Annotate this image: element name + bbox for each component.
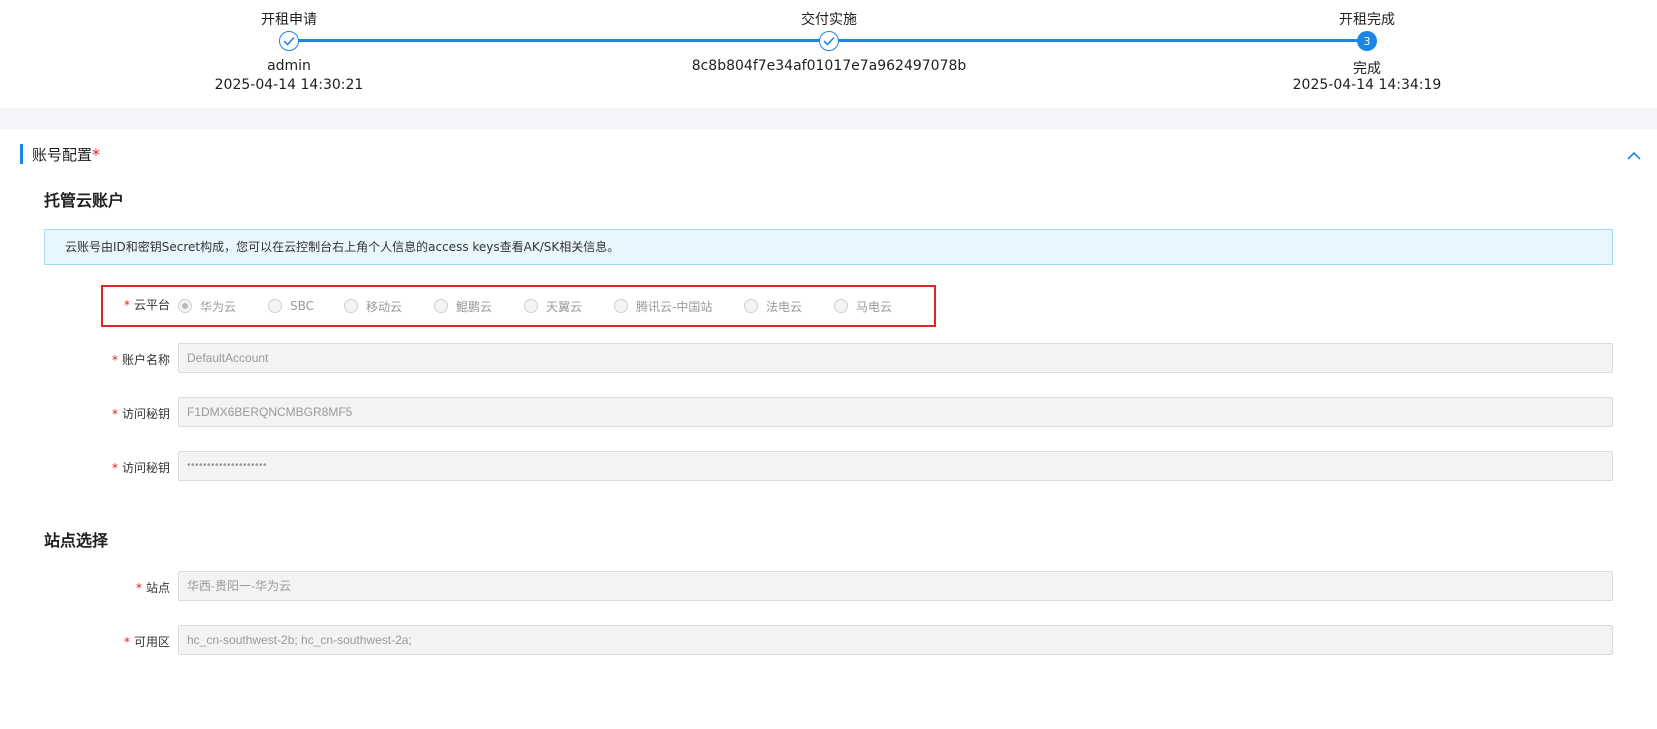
site-label: * 站点 (135, 581, 170, 595)
hosted-account-title: 托管云账户 (44, 191, 125, 210)
step-line-2 (829, 39, 1367, 42)
secret-key-label: * 访问秘钥 (111, 461, 170, 475)
info-alert: 云账号由ID和密钥Secret构成，您可以在云控制台右上角个人信息的access… (44, 229, 1613, 265)
step-3-time: 2025-04-14 14:34:19 (1292, 77, 1442, 93)
radio-fadian-cloud[interactable]: 法电云 (744, 298, 834, 315)
access-key-field[interactable]: F1DMX6BERQNCMBGR8MF5 (178, 397, 1613, 427)
radio-icon (744, 299, 758, 313)
account-name-field[interactable]: DefaultAccount (178, 343, 1613, 373)
section-title: 账号配置 (32, 145, 93, 164)
step-2-title: 交付实施 (801, 12, 857, 28)
required-mark: * (92, 144, 101, 164)
step-1-title: 开租申请 (261, 12, 317, 28)
step-1-check-icon (279, 31, 299, 51)
radio-tianyi-cloud[interactable]: 天翼云 (524, 298, 614, 315)
radio-tencent-cloud[interactable]: 腾讯云-中国站 (614, 298, 744, 315)
radio-mobile-cloud[interactable]: 移动云 (344, 298, 434, 315)
step-2-id: 8c8b804f7e34af01017e7a962497078b (691, 58, 967, 74)
cloud-platform-label: * 云平台 (123, 298, 170, 312)
access-key-label: * 访问秘钥 (111, 407, 170, 421)
chevron-up-icon[interactable] (1625, 148, 1643, 162)
zone-label: * 可用区 (123, 635, 170, 649)
section-accent-bar (20, 144, 23, 164)
radio-icon (834, 299, 848, 313)
radio-madian-cloud[interactable]: 马电云 (834, 298, 904, 315)
site-selection-title: 站点选择 (44, 531, 109, 550)
divider-band (0, 108, 1657, 129)
cloud-platform-radio-group: 华为云 SBC 移动云 鲲鹏云 天翼云 腾讯云-中国站 法电云 马电云 (178, 296, 904, 316)
radio-kunpeng-cloud[interactable]: 鲲鹏云 (434, 298, 524, 315)
info-text: 云账号由ID和密钥Secret构成，您可以在云控制台右上角个人信息的access… (65, 240, 620, 254)
radio-icon (344, 299, 358, 313)
radio-huawei[interactable]: 华为云 (178, 298, 268, 315)
account-name-label: * 账户名称 (111, 353, 170, 367)
secret-key-field[interactable]: •••••••••••••••••••• (178, 451, 1613, 481)
step-1-time: 2025-04-14 14:30:21 (214, 77, 364, 93)
step-3-number: 3 (1357, 31, 1377, 51)
radio-icon (614, 299, 628, 313)
step-1-user: admin (267, 58, 311, 74)
radio-sbc[interactable]: SBC (268, 299, 344, 313)
step-3-status: 完成 (1353, 61, 1381, 77)
site-field[interactable]: 华西-贵阳一-华为云 (178, 571, 1613, 601)
radio-icon (524, 299, 538, 313)
radio-icon (434, 299, 448, 313)
progress-steps: 开租申请 admin 2025-04-14 14:30:21 交付实施 8c8b… (0, 0, 1657, 108)
step-line-1 (289, 39, 829, 42)
radio-checked-icon (178, 299, 192, 313)
section-header[interactable]: 账号配置 * (20, 144, 100, 164)
radio-icon (268, 299, 282, 313)
step-2-check-icon (819, 31, 839, 51)
zone-field[interactable]: hc_cn-southwest-2b; hc_cn-southwest-2a; (178, 625, 1613, 655)
step-3-title: 开租完成 (1339, 12, 1395, 28)
